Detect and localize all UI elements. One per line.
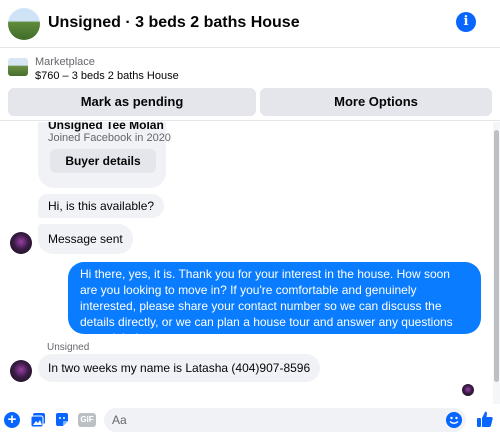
emoji-icon[interactable]: [446, 412, 462, 428]
info-icon[interactable]: i: [456, 12, 476, 32]
message-composer: + GIF Aa: [0, 404, 500, 435]
like-icon[interactable]: [476, 410, 494, 428]
outgoing-message[interactable]: Hi there, yes, it is. Thank you for your…: [68, 262, 481, 345]
buyer-details-button[interactable]: Buyer details: [50, 149, 156, 173]
photo-icon[interactable]: [30, 412, 46, 428]
message-input[interactable]: Aa: [104, 408, 466, 432]
seen-receipt-avatar: [462, 384, 474, 396]
sender-avatar[interactable]: [10, 360, 32, 382]
conversation-header: Unsigned · 3 beds 2 baths House i: [0, 0, 500, 48]
buyer-joined-date: Joined Facebook in 2020: [48, 132, 171, 144]
marketplace-banner: Marketplace $760 – 3 beds 2 baths House …: [0, 49, 500, 121]
more-options-button[interactable]: More Options: [260, 88, 492, 116]
sender-avatar[interactable]: [10, 232, 32, 254]
scrollbar-thumb[interactable]: [494, 130, 499, 382]
listing-thumbnail[interactable]: [8, 58, 28, 76]
sender-name: Unsigned: [47, 342, 90, 353]
listing-title[interactable]: $760 – 3 beds 2 baths House: [35, 70, 179, 82]
conversation-title[interactable]: Unsigned · 3 beds 2 baths House: [48, 14, 300, 32]
mark-as-pending-button[interactable]: Mark as pending: [8, 88, 256, 116]
buyer-name: Unsigned Tee Molan: [48, 122, 164, 132]
gif-button[interactable]: GIF: [78, 413, 96, 427]
listing-avatar[interactable]: [8, 8, 40, 40]
marketplace-label: Marketplace: [35, 56, 95, 68]
incoming-message[interactable]: Message sent: [38, 224, 133, 254]
incoming-message[interactable]: Hi, is this available?: [38, 194, 165, 218]
buyer-profile-card: Unsigned Tee Molan Joined Facebook in 20…: [38, 122, 171, 188]
plus-icon[interactable]: +: [4, 412, 20, 428]
sticker-icon[interactable]: [54, 412, 70, 428]
message-thread[interactable]: Unsigned Tee Molan Joined Facebook in 20…: [0, 122, 500, 404]
incoming-message[interactable]: In two weeks my name is Latasha (404)907…: [38, 354, 321, 382]
